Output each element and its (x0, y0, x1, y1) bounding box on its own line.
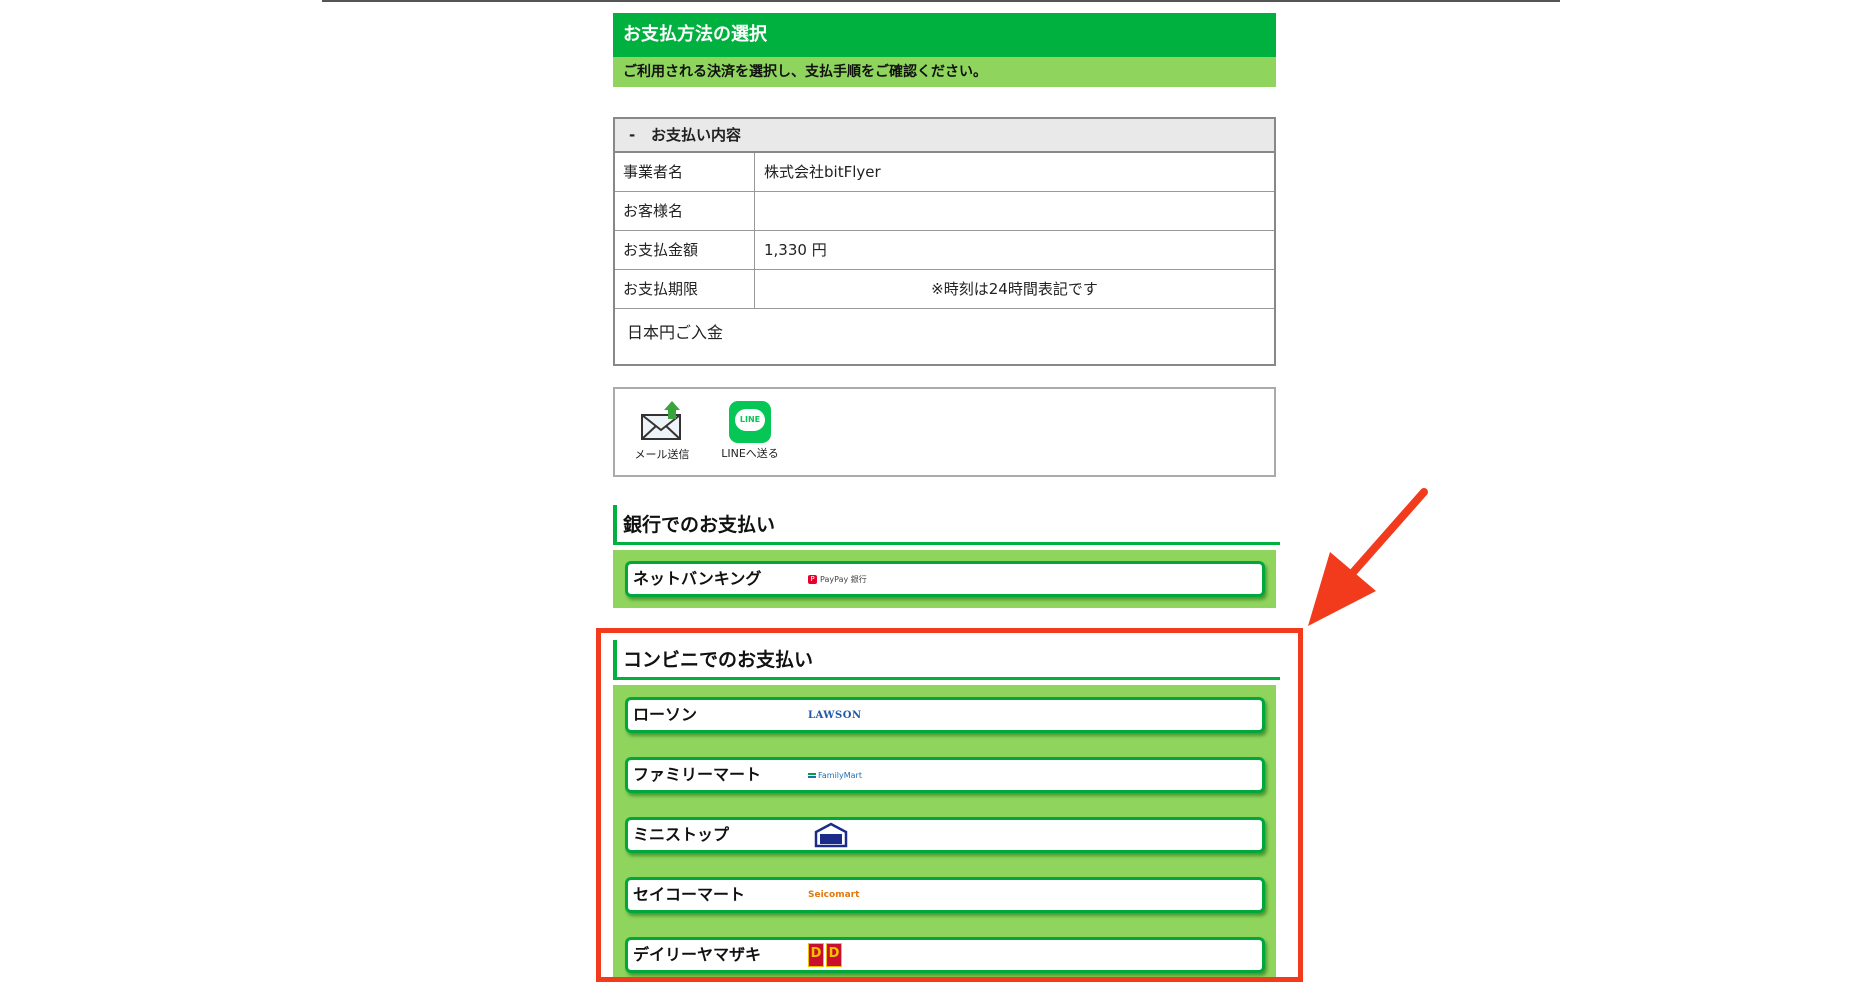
annotation-arrow-icon (1308, 488, 1428, 626)
share-panel: メール送信 LINE LINEへ送る (613, 387, 1276, 477)
merchant-value: 株式会社bitFlyer (764, 163, 881, 181)
bank-section-title: 銀行でのお支払い (613, 505, 1280, 545)
mail-send-icon (641, 401, 681, 440)
table-row: お客様名 (615, 192, 1274, 231)
bank-options-panel: ネットバンキング P PayPay 銀行 (613, 550, 1276, 608)
deadline-label: お支払期限 (615, 270, 755, 308)
line-send-button[interactable]: LINE LINEへ送る (715, 401, 785, 461)
top-divider (322, 0, 1560, 2)
table-row: 事業者名 株式会社bitFlyer (615, 153, 1274, 192)
line-logo-text: LINE (735, 409, 765, 431)
paypay-bank-logo: P PayPay 銀行 (808, 564, 867, 594)
deadline-value: ※時刻は24時間表記です (931, 280, 1098, 298)
net-banking-button[interactable]: ネットバンキング P PayPay 銀行 (625, 561, 1265, 597)
details-heading: お支払い内容 (651, 126, 742, 144)
collapse-toggle[interactable]: - (629, 119, 651, 151)
mail-send-button[interactable]: メール送信 (627, 401, 697, 462)
merchant-label: 事業者名 (615, 153, 755, 191)
amount-label: お支払金額 (615, 231, 755, 269)
payment-method-header: お支払方法の選択 ご利用される決済を選択し、支払手順をご確認ください。 (613, 13, 1276, 87)
deposit-note: 日本円ご入金 (627, 323, 724, 342)
mail-send-label: メール送信 (634, 448, 690, 461)
table-row: お支払金額 1,330 円 (615, 231, 1274, 270)
amount-value: 1,330 円 (764, 241, 827, 259)
highlight-box (596, 628, 1303, 982)
line-send-label: LINEへ送る (721, 447, 779, 460)
paypay-bank-logo-text: PayPay 銀行 (820, 574, 867, 584)
customer-name-label: お客様名 (615, 192, 755, 230)
table-row: お支払期限 ※時刻は24時間表記です (615, 270, 1274, 309)
net-banking-label: ネットバンキング (633, 569, 762, 588)
page-title: お支払方法の選択 (613, 13, 1276, 57)
payment-details-panel: - お支払い内容 事業者名 株式会社bitFlyer お客様名 お支払金額 1,3… (613, 117, 1276, 366)
page-subtitle: ご利用される決済を選択し、支払手順をご確認ください。 (613, 57, 1276, 87)
line-icon: LINE (729, 401, 771, 443)
details-toggle-header[interactable]: - お支払い内容 (615, 119, 1274, 153)
customer-name-value (755, 192, 1274, 230)
